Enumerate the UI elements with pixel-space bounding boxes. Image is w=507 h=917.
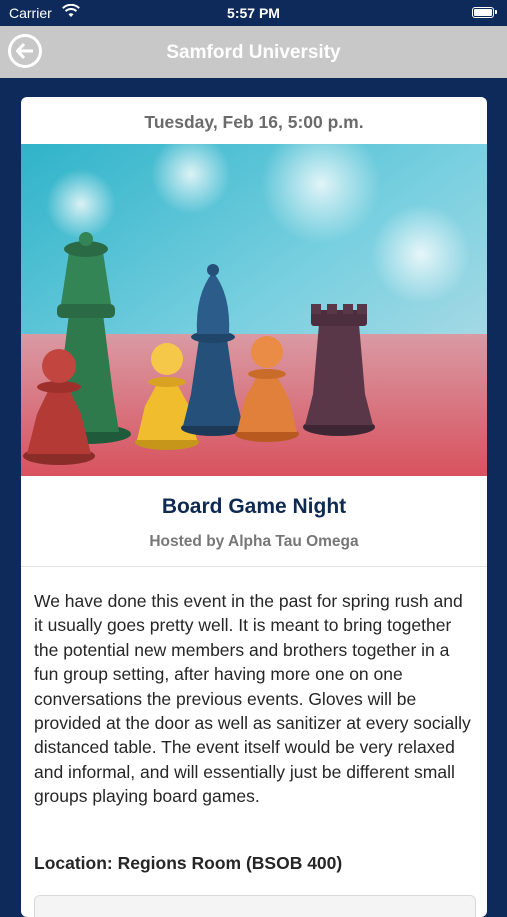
- page-title: Samford University: [166, 42, 341, 63]
- event-card: Tuesday, Feb 16, 5:00 p.m. Board Game Ni…: [21, 97, 487, 917]
- event-image: [21, 144, 487, 476]
- status-time: 5:57 PM: [227, 5, 280, 21]
- event-location: Location: Regions Room (BSOB 400): [34, 853, 343, 873]
- status-bar: Carrier 5:57 PM: [0, 0, 507, 26]
- battery-icon: [472, 7, 497, 18]
- event-date: Tuesday, Feb 16, 5:00 p.m.: [144, 112, 364, 132]
- event-title: Board Game Night: [161, 495, 347, 518]
- divider: [21, 566, 487, 567]
- location-map[interactable]: [34, 895, 476, 917]
- navigation-bar: Samford University: [0, 26, 507, 78]
- event-host: Hosted by Alpha Tau Omega: [149, 533, 359, 550]
- chess-pieces-image: [21, 144, 487, 476]
- event-description: We have done this event in the past for …: [34, 591, 471, 807]
